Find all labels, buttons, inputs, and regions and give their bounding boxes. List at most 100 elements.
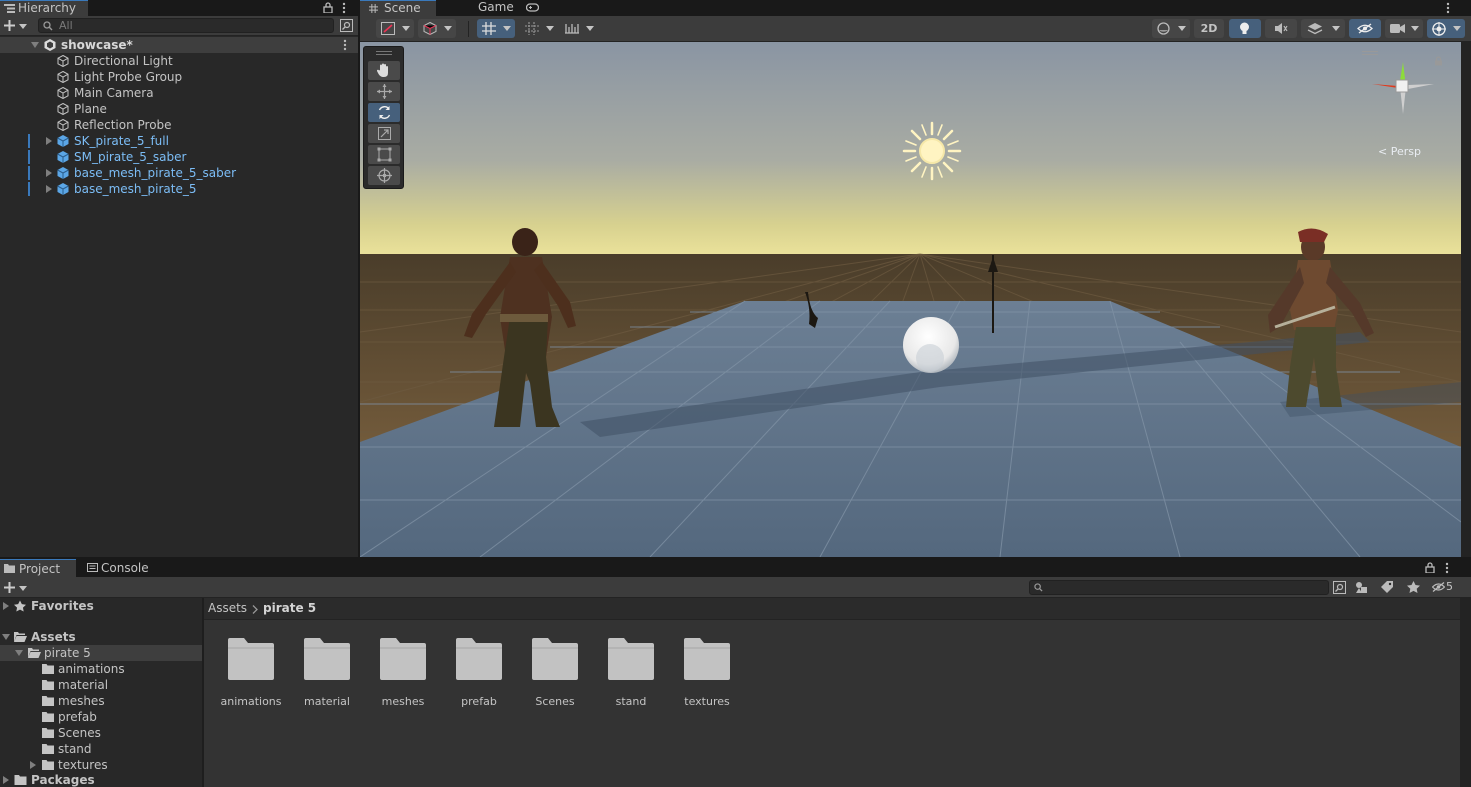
- pirate-5-folder-row[interactable]: pirate 5: [0, 645, 202, 661]
- scene-name: showcase*: [61, 38, 133, 52]
- filter-by-type-icon[interactable]: [1355, 581, 1368, 594]
- hierarchy-item[interactable]: Main Camera: [0, 85, 358, 101]
- hierarchy-item[interactable]: SK_pirate_5_full: [0, 133, 358, 149]
- assets-row[interactable]: Assets: [0, 629, 202, 645]
- scene-options-icon[interactable]: [343, 39, 347, 51]
- asset-folder-item[interactable]: textures: [669, 638, 745, 712]
- hierarchy-item[interactable]: SM_pirate_5_saber: [0, 149, 358, 165]
- project-search-input[interactable]: [1029, 580, 1329, 595]
- expand-arrow-icon[interactable]: [30, 761, 36, 769]
- scene-root-row[interactable]: showcase*: [0, 37, 358, 53]
- more-options-icon[interactable]: [1445, 562, 1449, 574]
- search-icon: [43, 21, 53, 31]
- tree-folder-row[interactable]: meshes: [0, 693, 202, 709]
- expand-arrow-icon[interactable]: [2, 634, 10, 640]
- move-tool-button[interactable]: [368, 82, 400, 101]
- tree-folder-row[interactable]: textures: [0, 757, 202, 773]
- search-by-type-icon[interactable]: [1333, 581, 1346, 594]
- toggle-2d-button[interactable]: 2D: [1194, 19, 1224, 38]
- expand-arrow-icon[interactable]: [46, 169, 52, 177]
- tool-handle-rotation-dropdown[interactable]: [418, 19, 456, 38]
- scene-viewport[interactable]: < Persp: [360, 42, 1461, 557]
- scene-visibility-toggle[interactable]: [1349, 19, 1381, 38]
- label-tag-icon[interactable]: [1381, 581, 1393, 593]
- ruler-dropdown[interactable]: [560, 19, 598, 38]
- hierarchy-item[interactable]: Plane: [0, 101, 358, 117]
- rotate-icon: [378, 106, 391, 119]
- hierarchy-item-label: SM_pirate_5_saber: [74, 150, 187, 164]
- more-options-icon[interactable]: [342, 2, 346, 14]
- tab-console[interactable]: Console: [80, 559, 160, 577]
- transform-tool-button[interactable]: [368, 166, 400, 185]
- ruler-icon: [565, 24, 579, 34]
- asset-folder-item[interactable]: stand: [593, 638, 669, 712]
- rotate-tool-button[interactable]: [368, 103, 400, 122]
- asset-folder-item[interactable]: animations: [213, 638, 289, 712]
- asset-folder-item[interactable]: material: [289, 638, 365, 712]
- grid-snapping-toggle[interactable]: [477, 19, 515, 38]
- hierarchy-toolbar: All: [0, 16, 358, 36]
- effects-layers-icon: [1307, 23, 1323, 35]
- tree-folder-row[interactable]: stand: [0, 741, 202, 757]
- lock-icon[interactable]: [1425, 562, 1435, 573]
- breadcrumb-assets[interactable]: Assets: [208, 601, 247, 615]
- asset-folder-item[interactable]: prefab: [441, 638, 517, 712]
- folder-icon: [684, 638, 730, 680]
- gizmos-dropdown[interactable]: [1427, 19, 1465, 38]
- hierarchy-item[interactable]: Reflection Probe: [0, 117, 358, 133]
- create-button[interactable]: [2, 18, 30, 34]
- tree-folder-row[interactable]: animations: [0, 661, 202, 677]
- expand-arrow-icon[interactable]: [46, 137, 52, 145]
- tree-folder-row[interactable]: prefab: [0, 709, 202, 725]
- asset-folder-label: stand: [615, 695, 647, 708]
- incremental-snap-dropdown[interactable]: [520, 19, 558, 38]
- tab-scene[interactable]: Scene: [360, 0, 436, 16]
- expand-arrow-icon[interactable]: [31, 42, 39, 48]
- more-options-icon[interactable]: [1446, 2, 1450, 14]
- audio-toggle[interactable]: [1265, 19, 1297, 38]
- chevron-down-icon: [19, 586, 27, 591]
- asset-folder-item[interactable]: Scenes: [517, 638, 593, 712]
- create-asset-button[interactable]: [2, 580, 30, 596]
- folder-icon: [532, 638, 578, 680]
- lighting-toggle[interactable]: [1229, 19, 1261, 38]
- favorites-row[interactable]: Favorites: [0, 598, 202, 614]
- favorite-star-icon[interactable]: [1407, 581, 1420, 593]
- search-by-type-icon[interactable]: [340, 19, 353, 32]
- hand-tool-button[interactable]: [368, 61, 400, 80]
- palette-drag-handle[interactable]: [376, 51, 392, 55]
- expand-arrow-icon[interactable]: [3, 602, 9, 610]
- tab-project[interactable]: Project: [0, 559, 76, 577]
- projection-label[interactable]: < Persp: [1378, 145, 1421, 158]
- tab-game[interactable]: Game: [440, 0, 539, 16]
- tree-folder-row[interactable]: Scenes: [0, 725, 202, 741]
- expand-arrow-icon[interactable]: [3, 776, 9, 784]
- chevron-down-icon: [402, 26, 410, 31]
- rect-tool-button[interactable]: [368, 145, 400, 164]
- hierarchy-item[interactable]: Light Probe Group: [0, 69, 358, 85]
- hierarchy-item[interactable]: base_mesh_pirate_5_saber: [0, 165, 358, 181]
- hidden-packages-toggle[interactable]: 5: [1431, 579, 1461, 596]
- project-tree: Favorites Assets pirate 5 animations mate…: [0, 598, 202, 787]
- lock-icon[interactable]: [323, 2, 333, 13]
- hierarchy-item[interactable]: base_mesh_pirate_5: [0, 181, 358, 197]
- expand-arrow-icon[interactable]: [15, 650, 23, 656]
- camera-settings-dropdown[interactable]: [1385, 19, 1423, 38]
- shaded-sphere-icon: [1157, 22, 1170, 35]
- search-input[interactable]: All: [38, 18, 334, 33]
- scale-tool-button[interactable]: [368, 124, 400, 143]
- expand-arrow-icon[interactable]: [46, 185, 52, 193]
- tab-hierarchy[interactable]: Hierarchy: [0, 0, 88, 16]
- tool-handle-position-dropdown[interactable]: [376, 19, 414, 38]
- orientation-gizmo[interactable]: < Persp: [1362, 50, 1450, 160]
- asset-folder-item[interactable]: meshes: [365, 638, 441, 712]
- hierarchy-item[interactable]: Directional Light: [0, 53, 358, 69]
- packages-row[interactable]: Packages: [0, 772, 202, 787]
- asset-folder-label: meshes: [381, 695, 425, 708]
- draw-mode-dropdown[interactable]: [1152, 19, 1190, 38]
- breadcrumb-pirate-5[interactable]: pirate 5: [263, 601, 316, 615]
- effects-dropdown[interactable]: [1301, 19, 1345, 38]
- chevron-down-icon: [546, 26, 554, 31]
- chevron-down-icon: [503, 26, 511, 31]
- tree-folder-row[interactable]: material: [0, 677, 202, 693]
